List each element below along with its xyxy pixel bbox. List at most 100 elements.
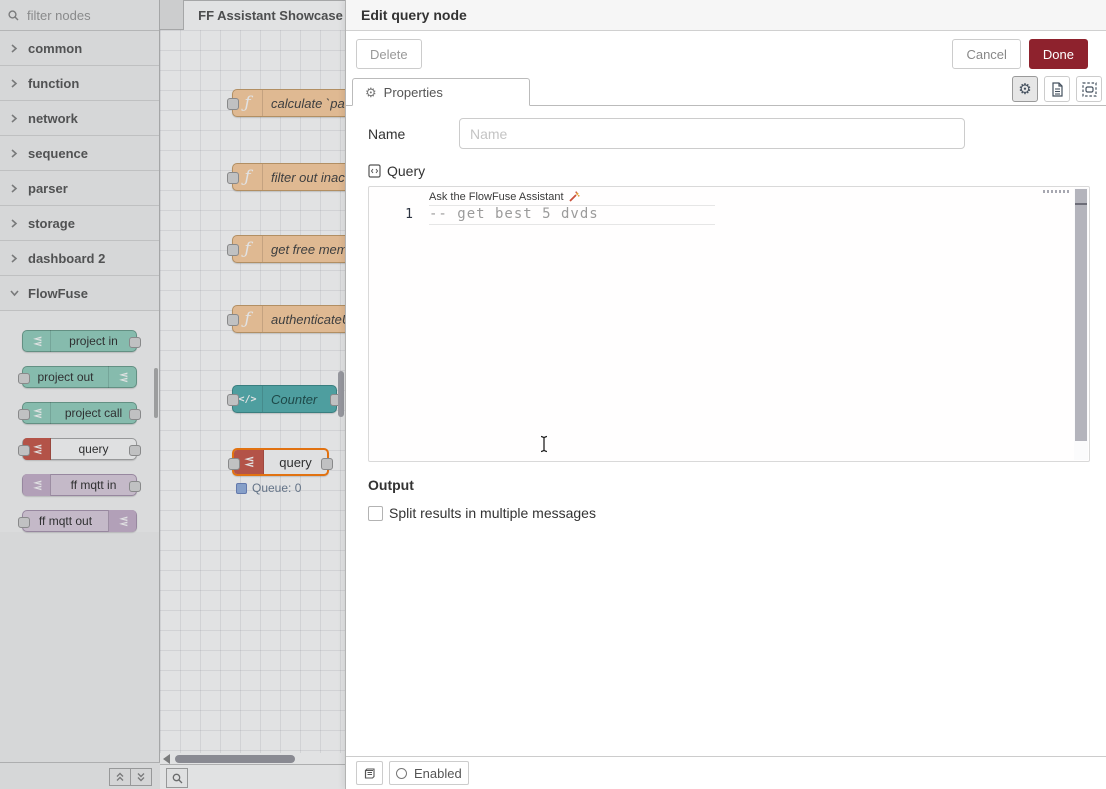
appearance-icon-button[interactable]	[1076, 76, 1102, 102]
node-help-button[interactable]	[356, 761, 383, 785]
flow-node-calculate[interactable]: ƒ calculate `pa	[232, 89, 345, 117]
node-input-port[interactable]	[227, 314, 239, 326]
flow-node-get-free-mem[interactable]: ƒ get free mem	[232, 235, 345, 263]
palette-category-common[interactable]: common	[0, 31, 159, 66]
node-input-port[interactable]	[18, 445, 30, 456]
magic-wand-icon	[568, 191, 580, 203]
horizontal-scroll-thumb[interactable]	[175, 755, 295, 763]
node-input-port[interactable]	[227, 244, 239, 256]
node-output-port[interactable]	[129, 337, 141, 348]
node-input-port[interactable]	[227, 98, 239, 110]
palette-category-storage[interactable]: storage	[0, 206, 159, 241]
delete-button[interactable]: Delete	[356, 39, 422, 69]
cancel-button[interactable]: Cancel	[952, 39, 1020, 69]
node-label: authenticateU	[263, 312, 345, 327]
node-label: get free mem	[263, 242, 345, 257]
book-icon	[363, 767, 376, 780]
enabled-toggle-button[interactable]: Enabled	[389, 761, 469, 785]
description-icon-button[interactable]	[1044, 76, 1070, 102]
node-input-port[interactable]	[18, 373, 30, 384]
workspace-tabbar: FF Assistant Showcase	[160, 0, 345, 30]
collapse-all-button[interactable]	[109, 768, 131, 786]
gear-icon: ⚙	[365, 86, 377, 99]
expand-all-button[interactable]	[131, 768, 152, 786]
code-file-icon	[368, 164, 381, 178]
status-text: Queue: 0	[252, 481, 301, 495]
tab-properties-label: Properties	[384, 85, 443, 100]
palette-category-function[interactable]: function	[0, 66, 159, 101]
flowfuse-icon	[108, 366, 136, 388]
document-icon	[1051, 82, 1064, 97]
palette-node-ff-mqtt-out[interactable]: ff mqtt out	[22, 510, 137, 532]
node-label: calculate `pa	[263, 96, 345, 111]
palette-category-parser[interactable]: parser	[0, 171, 159, 206]
palette-node-project-call[interactable]: project call	[22, 402, 137, 424]
flowfuse-icon	[23, 330, 51, 352]
flow-node-counter[interactable]: </> Counter	[232, 385, 337, 413]
appearance-icon	[1082, 82, 1097, 97]
enabled-label: Enabled	[414, 766, 462, 781]
workspace: FF Assistant Showcase ƒ calculate `pa ƒ …	[160, 0, 345, 789]
palette-search	[0, 0, 159, 31]
category-label: sequence	[28, 146, 88, 161]
done-button[interactable]: Done	[1029, 39, 1088, 69]
palette-category-dashboard2[interactable]: dashboard 2	[0, 241, 159, 276]
node-output-port[interactable]	[129, 481, 141, 492]
palette-node-project-out[interactable]: project out	[22, 366, 137, 388]
split-results-row: Split results in multiple messages	[368, 505, 1089, 521]
edit-node-tray: Edit query node Delete Cancel Done ⚙ Pro…	[345, 0, 1106, 789]
workspace-footer	[160, 764, 345, 789]
node-output-port[interactable]	[129, 445, 141, 456]
flow-node-filter[interactable]: ƒ filter out inac	[232, 163, 345, 191]
palette-category-network[interactable]: network	[0, 101, 159, 136]
flow-tab-ff-assistant-showcase[interactable]: FF Assistant Showcase	[183, 0, 345, 30]
tray-title-text: Edit query node	[361, 7, 467, 23]
palette-node-project-in[interactable]: project in	[22, 330, 137, 352]
palette: common function network sequence parser …	[0, 0, 160, 789]
node-input-port[interactable]	[228, 458, 240, 470]
palette-category-sequence[interactable]: sequence	[0, 136, 159, 171]
node-label: project call	[51, 406, 136, 420]
node-output-port[interactable]	[321, 458, 333, 470]
category-label: FlowFuse	[28, 286, 88, 301]
chevron-down-icon	[10, 289, 19, 297]
canvas-vertical-scrollbar[interactable]	[338, 371, 344, 417]
editor-scrollbar[interactable]	[1074, 188, 1088, 460]
palette-footer	[0, 762, 160, 789]
name-input[interactable]	[459, 118, 965, 149]
flow-tab-label: FF Assistant Showcase	[198, 8, 343, 23]
palette-node-query[interactable]: query	[22, 438, 137, 460]
node-input-port[interactable]	[18, 409, 30, 420]
line-number: 1	[369, 207, 413, 222]
flowfuse-icon	[108, 510, 136, 532]
node-output-port[interactable]	[129, 409, 141, 420]
palette-flowfuse-list: project in project out project call	[0, 311, 159, 532]
palette-category-flowfuse[interactable]: FlowFuse	[0, 276, 159, 311]
palette-filter-input[interactable]	[25, 7, 139, 24]
node-input-port[interactable]	[227, 394, 239, 406]
status-dot-blue	[236, 483, 247, 494]
split-results-checkbox[interactable]	[368, 506, 383, 521]
flow-node-authenticate[interactable]: ƒ authenticateU	[232, 305, 345, 333]
node-status: Queue: 0	[236, 481, 301, 495]
assistant-hint[interactable]: Ask the FlowFuse Assistant	[429, 191, 580, 203]
flow-node-query-selected[interactable]: query	[232, 448, 329, 476]
query-code-editor[interactable]: Ask the FlowFuse Assistant 1 -- get best…	[368, 186, 1090, 462]
node-input-port[interactable]	[18, 517, 30, 528]
tab-properties[interactable]: ⚙ Properties	[352, 78, 530, 106]
flowfuse-icon	[23, 474, 51, 496]
search-flows-button[interactable]	[166, 768, 188, 788]
name-label: Name	[368, 126, 459, 142]
node-label: project out	[23, 370, 108, 384]
palette-node-ff-mqtt-in[interactable]: ff mqtt in	[22, 474, 137, 496]
flow-canvas[interactable]: ƒ calculate `pa ƒ filter out inac ƒ get …	[160, 30, 345, 753]
node-input-port[interactable]	[227, 172, 239, 184]
node-label: ff mqtt in	[51, 478, 136, 492]
output-section-label: Output	[368, 477, 1089, 493]
editor-scroll-thumb[interactable]	[1075, 189, 1087, 441]
tray-content: Name Query Ask the FlowFuse Assistant 1	[346, 106, 1106, 756]
scroll-left-arrow-icon[interactable]	[163, 754, 170, 764]
properties-icon-button[interactable]: ⚙	[1012, 76, 1038, 102]
query-label-text: Query	[387, 163, 425, 179]
palette-scrollbar[interactable]	[154, 368, 158, 418]
